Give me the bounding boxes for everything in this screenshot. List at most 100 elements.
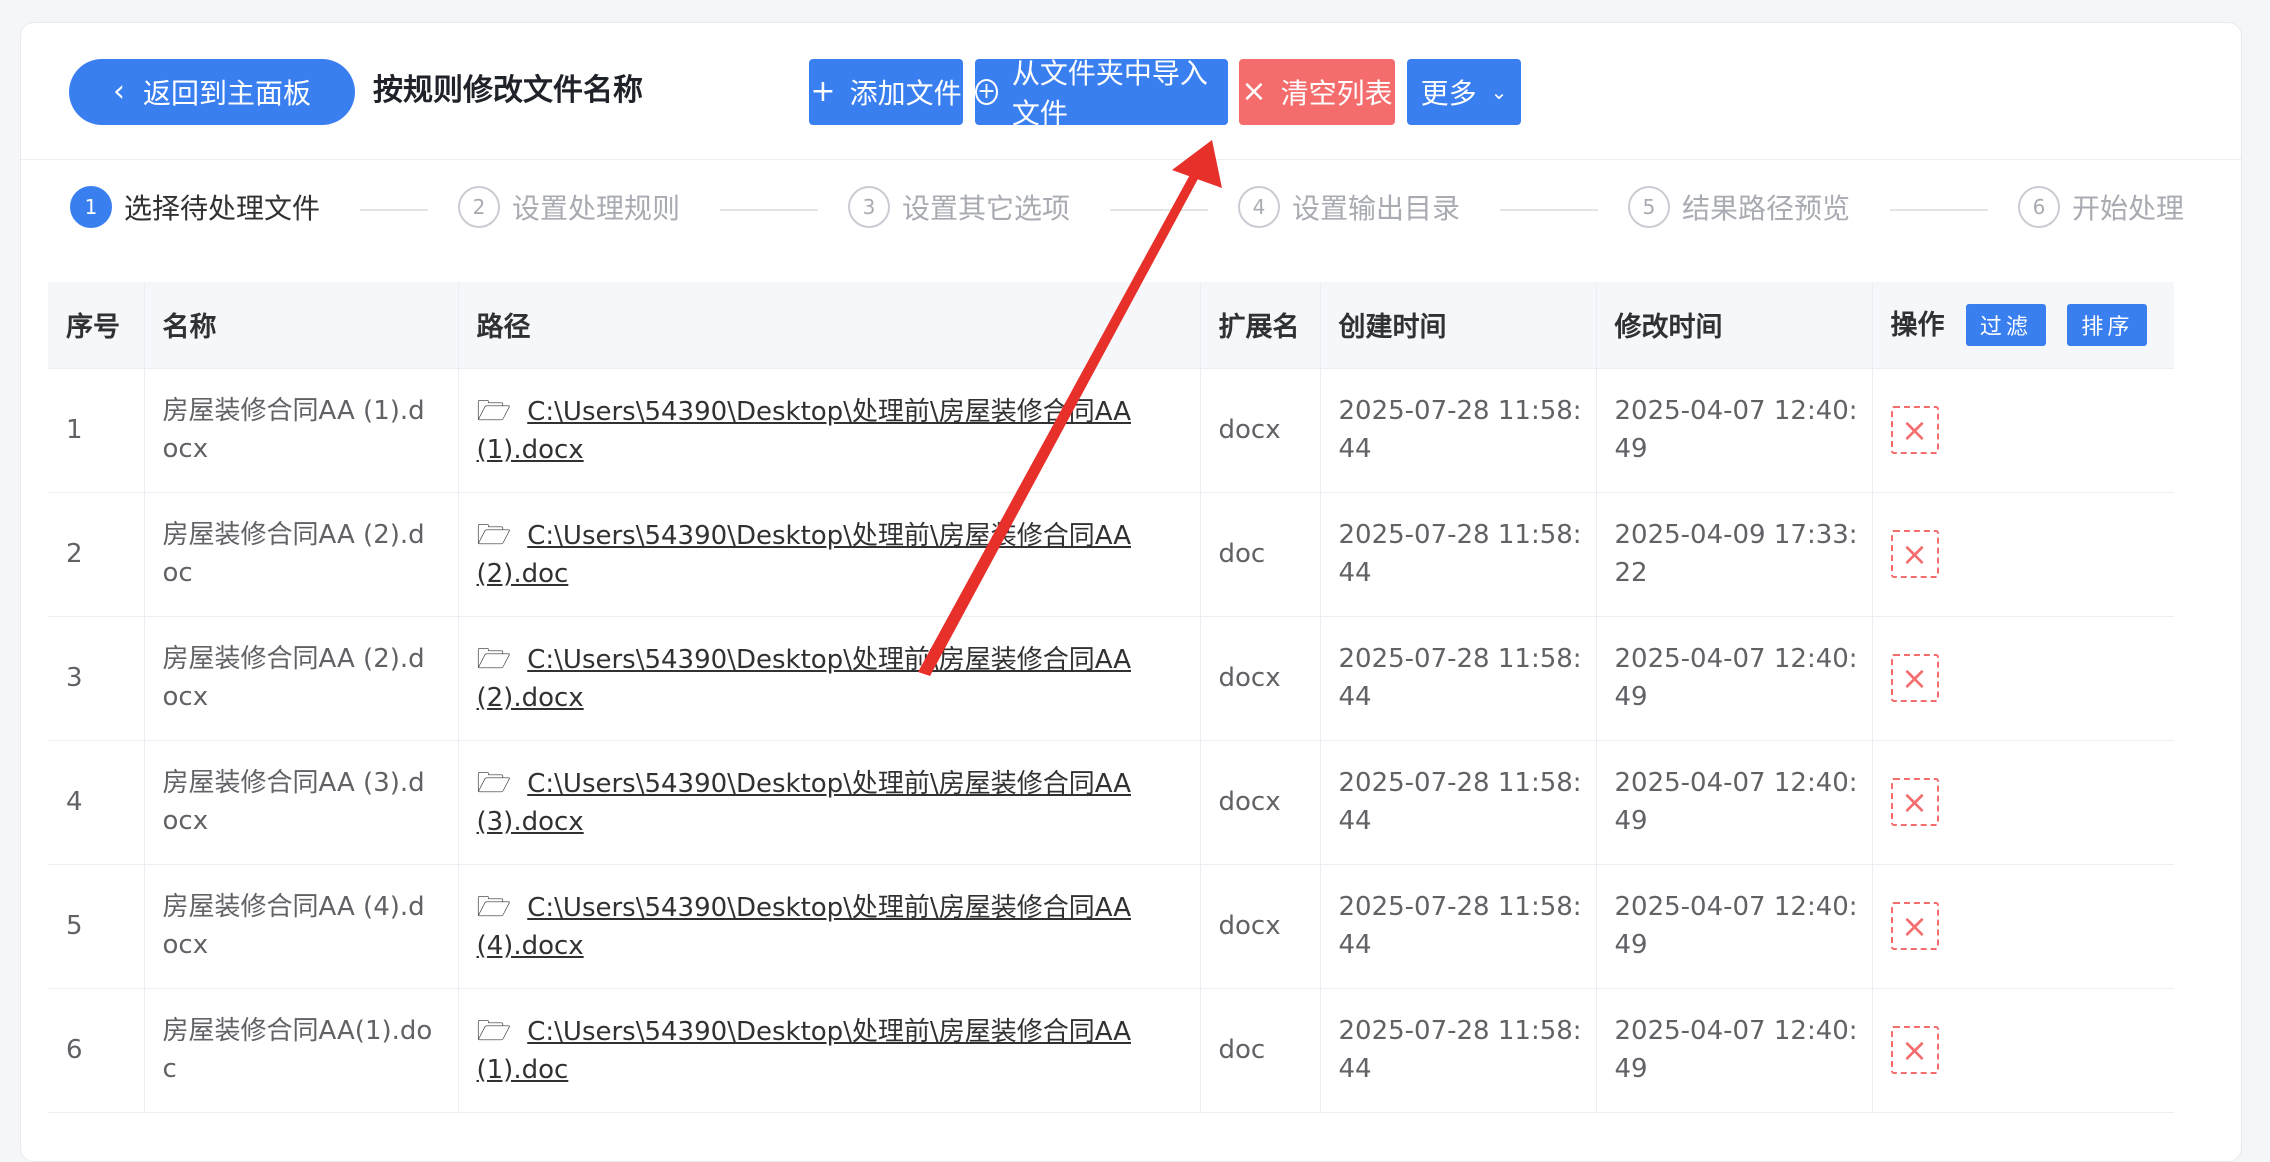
filter-button[interactable]: 过滤 [1965,304,2046,347]
step-1: 1 选择待处理文件 [70,186,320,228]
row-modified: 2025-04-09 17:33: 22 [1596,492,1873,617]
modified-line-1: 2025-04-07 12:40: [1614,644,1858,674]
name-line-2: ocx [162,930,209,960]
modified-line-1: 2025-04-07 12:40: [1614,768,1858,798]
name-line-1: 房屋装修合同AA (4).d [162,892,425,922]
name-line-1: 房屋装修合同AA(1).do [162,1016,433,1046]
import-from-folder-button[interactable]: + 从文件夹中导入文件 [975,57,1228,130]
name-line-2: ocx [162,682,209,712]
path-link-continued[interactable]: (2).doc [477,559,569,589]
step-label: 设置其它选项 [902,192,1071,225]
path-link-continued[interactable]: (1).docx [477,435,584,465]
path-link[interactable]: C:\Users\54390\Desktop\处理前\房屋装修合同AA [527,397,1131,427]
header-modified-time: 修改时间 [1596,282,1873,369]
path-link[interactable]: C:\Users\54390\Desktop\处理前\房屋装修合同AA [527,521,1131,551]
header-index: 序号 [48,282,145,369]
row-index: 6 [48,988,145,1113]
step-connector [1890,209,1988,211]
row-name: 房屋装修合同AA (3).d ocx [144,740,459,865]
created-line-1: 2025-07-28 11:58: [1338,396,1582,426]
delete-row-icon[interactable]: × [1890,406,1939,454]
header-actions: 操作 过滤 排序 [1872,282,2174,369]
path-link-continued[interactable]: (1).doc [477,1055,569,1085]
chevron-down-icon: ⌄ [1490,80,1508,104]
row-created: 2025-07-28 11:58: 44 [1320,616,1597,741]
more-dropdown-button[interactable]: 更多 ⌄ [1407,59,1521,125]
row-actions: × [1872,740,2174,865]
path-link-continued[interactable]: (3).docx [477,807,584,837]
row-name: 房屋装修合同AA (1).d ocx [144,368,459,493]
path-link[interactable]: C:\Users\54390\Desktop\处理前\房屋装修合同AA [527,1017,1131,1047]
delete-row-icon[interactable]: × [1890,1026,1939,1074]
table-row: 4 房屋装修合同AA (3).d ocx 🗁 C:\Users\54390\Desk… [48,740,2174,865]
name-line-2: oc [162,558,193,588]
sort-button[interactable]: 排序 [2067,304,2148,347]
step-connector [720,209,818,211]
name-line-2: ocx [162,806,209,836]
row-actions: × [1872,492,2174,617]
modified-line-1: 2025-04-07 12:40: [1614,1016,1858,1046]
modified-line-2: 49 [1614,806,1648,836]
delete-row-icon[interactable]: × [1890,654,1939,702]
back-to-dashboard-button[interactable]: ‹ 返回到主面板 [69,59,355,125]
table-header-row: 序号 名称 路径 扩展名 创建时间 修改时间 操作 过滤 排序 [48,282,2174,369]
table-row: 2 房屋装修合同AA (2).d oc 🗁 C:\Users\54390\Deskt… [48,492,2174,617]
table-row: 1 房屋装修合同AA (1).d ocx 🗁 C:\Users\54390\Desk… [48,368,2174,493]
folder-icon: 🗁 [476,1013,512,1047]
created-line-2: 44 [1338,806,1372,836]
modified-line-1: 2025-04-07 12:40: [1614,892,1858,922]
clear-list-button[interactable]: × 清空列表 [1239,59,1395,125]
path-link[interactable]: C:\Users\54390\Desktop\处理前\房屋装修合同AA [527,893,1131,923]
path-link-continued[interactable]: (4).docx [477,931,584,961]
add-files-label: 添加文件 [849,77,962,110]
name-line-2: ocx [162,434,209,464]
path-link-continued[interactable]: (2).docx [477,683,584,713]
name-line-1: 房屋装修合同AA (2).d [162,644,425,674]
clear-list-label: 清空列表 [1280,77,1393,110]
step-5: 5 结果路径预览 [1628,186,1850,228]
created-line-2: 44 [1338,930,1372,960]
delete-row-icon[interactable]: × [1890,778,1939,826]
created-line-2: 44 [1338,682,1372,712]
folder-icon: 🗁 [476,641,512,675]
path-link[interactable]: C:\Users\54390\Desktop\处理前\房屋装修合同AA [527,645,1131,675]
created-line-1: 2025-07-28 11:58: [1338,520,1582,550]
step-connector [1500,209,1598,211]
row-index: 1 [48,368,145,493]
created-line-1: 2025-07-28 11:58: [1338,768,1582,798]
created-line-2: 44 [1338,558,1372,588]
row-name: 房屋装修合同AA (2).d oc [144,492,459,617]
row-extension: docx [1200,616,1321,741]
row-name: 房屋装修合同AA (2).d ocx [144,616,459,741]
add-files-button[interactable]: + 添加文件 [809,59,963,125]
step-label: 设置处理规则 [512,192,681,225]
modified-line-2: 22 [1614,558,1648,588]
circle-plus-icon: + [975,79,998,105]
row-index: 2 [48,492,145,617]
row-path: 🗁 C:\Users\54390\Desktop\处理前\房屋装修合同AA (1).… [458,368,1201,493]
path-link[interactable]: C:\Users\54390\Desktop\处理前\房屋装修合同AA [527,769,1131,799]
step-2: 2 设置处理规则 [458,186,680,228]
back-button-label: 返回到主面板 [142,77,311,110]
step-number: 6 [2018,186,2060,228]
step-label: 设置输出目录 [1292,192,1461,225]
step-connector [360,209,428,211]
delete-row-icon[interactable]: × [1890,530,1939,578]
row-index: 4 [48,740,145,865]
step-connector [1110,209,1208,211]
step-number: 4 [1238,186,1280,228]
header-created-time: 创建时间 [1320,282,1597,369]
row-created: 2025-07-28 11:58: 44 [1320,740,1597,865]
name-line-1: 房屋装修合同AA (2).d [162,520,425,550]
plus-icon: + [810,74,836,109]
step-label: 开始处理 [2072,192,2185,225]
row-actions: × [1872,864,2174,989]
row-created: 2025-07-28 11:58: 44 [1320,864,1597,989]
delete-row-icon[interactable]: × [1890,902,1939,950]
folder-icon: 🗁 [476,889,512,923]
modified-line-1: 2025-04-07 12:40: [1614,396,1858,426]
file-table: 序号 名称 路径 扩展名 创建时间 修改时间 操作 过滤 排序 1 房屋装修合同… [48,282,2174,1113]
row-index: 5 [48,864,145,989]
name-line-1: 房屋装修合同AA (1).d [162,396,425,426]
row-actions: × [1872,616,2174,741]
